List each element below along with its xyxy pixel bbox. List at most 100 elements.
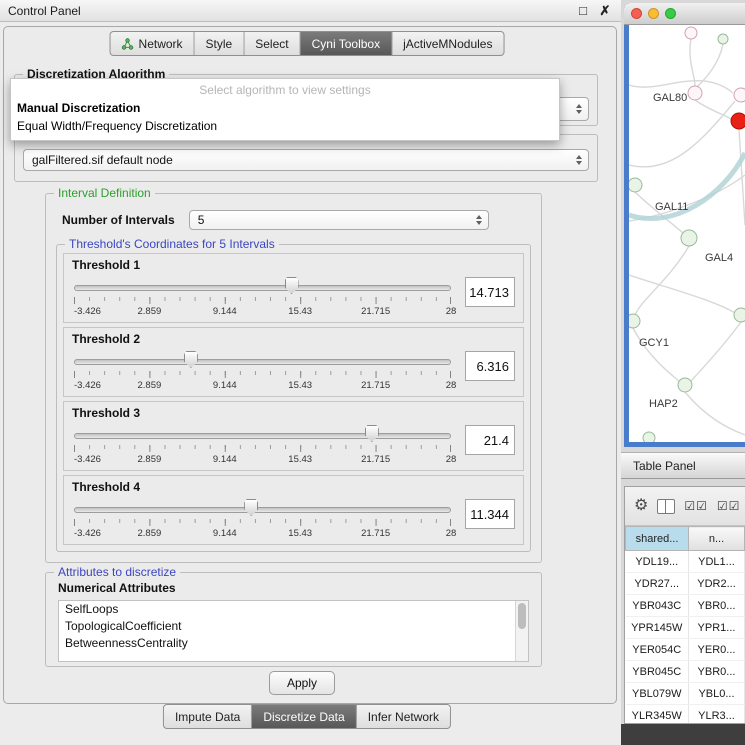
slider-track[interactable] — [74, 359, 451, 365]
tab-discretize-data[interactable]: Discretize Data — [252, 705, 355, 728]
network-canvas[interactable]: GAL80 GAL11 GAL4 GCY1 HAP2 — [629, 25, 745, 442]
scrollbar-thumb[interactable] — [518, 603, 526, 629]
axis-tick-label: 28 — [446, 306, 457, 317]
network-node-selected[interactable] — [731, 113, 745, 129]
network-node[interactable] — [643, 432, 655, 442]
slider-track[interactable] — [74, 285, 451, 291]
network-node[interactable] — [688, 86, 702, 100]
threshold-value-field[interactable]: 21.4 — [465, 425, 515, 455]
tab-style[interactable]: Style — [195, 32, 244, 55]
threshold-label: Threshold 3 — [72, 406, 515, 420]
column-header-shared-name[interactable]: shared... — [626, 527, 689, 551]
tab-cyni-toolbox[interactable]: Cyni Toolbox — [301, 32, 391, 55]
thresholds-group: Threshold's Coordinates for 5 Intervals … — [56, 244, 531, 552]
network-node[interactable] — [685, 27, 697, 39]
network-node[interactable] — [629, 314, 640, 328]
list-scrollbar[interactable] — [515, 601, 528, 661]
table-cell[interactable]: YDR27... — [626, 573, 689, 595]
table-cell[interactable]: YPR1... — [689, 617, 745, 639]
checkbox-select-icons[interactable]: ☑☑ — [684, 499, 708, 513]
window-close-button[interactable] — [631, 8, 642, 19]
table-cell[interactable]: YBR0... — [689, 661, 745, 683]
table-row[interactable]: YPR145W YPR1... — [626, 617, 745, 639]
axis-tick-label: 15.43 — [288, 306, 312, 317]
table-cell[interactable]: YPR145W — [626, 617, 689, 639]
tab-jactivemnodules[interactable]: jActiveMNodules — [392, 32, 503, 55]
network-node[interactable] — [734, 88, 745, 102]
slider-thumb[interactable] — [285, 277, 299, 294]
threshold-slider[interactable]: -3.426 2.859 9.144 15.43 21.715 28 — [74, 495, 451, 543]
slider-thumb[interactable] — [365, 425, 379, 442]
menu-item-equal-width-frequency[interactable]: Equal Width/Frequency Discretization — [11, 117, 559, 135]
network-node[interactable] — [678, 378, 692, 392]
table-row[interactable]: YBR043C YBR0... — [626, 595, 745, 617]
threshold-value-field[interactable]: 11.344 — [465, 499, 515, 529]
close-icon[interactable]: ✗ — [597, 3, 613, 19]
axis-tick-label: -3.426 — [74, 306, 101, 317]
thresholds-group-title: Threshold's Coordinates for 5 Intervals — [65, 237, 279, 251]
columns-icon[interactable] — [657, 499, 675, 514]
table-cell[interactable]: YLR345W — [626, 705, 689, 725]
table-cell[interactable]: YDL1... — [689, 551, 745, 573]
attribute-item[interactable]: BetweennessCentrality — [59, 635, 528, 652]
slider-track[interactable] — [74, 507, 451, 513]
attribute-item[interactable]: SelfLoops — [59, 601, 528, 618]
network-node[interactable] — [718, 34, 728, 44]
tab-select[interactable]: Select — [244, 32, 299, 55]
tab-style-label: Style — [206, 37, 233, 51]
threshold-slider[interactable]: -3.426 2.859 9.144 15.43 21.715 28 — [74, 273, 451, 321]
table-row[interactable]: YDL19... YDL1... — [626, 551, 745, 573]
tab-impute-data[interactable]: Impute Data — [164, 705, 251, 728]
table-row[interactable]: YBL079W YBL0... — [626, 683, 745, 705]
slider-thumb[interactable] — [244, 499, 258, 516]
table-row[interactable]: YBR045C YBR0... — [626, 661, 745, 683]
table-cell[interactable]: YDR2... — [689, 573, 745, 595]
table-cell[interactable]: YBR045C — [626, 661, 689, 683]
slider-thumb[interactable] — [184, 351, 198, 368]
network-node[interactable] — [681, 230, 697, 246]
axis-tick-label: -3.426 — [74, 454, 101, 465]
axis-tick-label: -3.426 — [74, 380, 101, 391]
slider-track[interactable] — [74, 433, 451, 439]
tab-impute-data-label: Impute Data — [175, 710, 240, 724]
menu-item-manual-discretization[interactable]: Manual Discretization — [11, 99, 559, 117]
threshold-slider[interactable]: -3.426 2.859 9.144 15.43 21.715 28 — [74, 347, 451, 395]
network-node[interactable] — [734, 308, 745, 322]
network-window-titlebar[interactable] — [624, 3, 745, 25]
network-node-label: GAL4 — [705, 252, 733, 264]
window-zoom-button[interactable] — [665, 8, 676, 19]
attribute-item[interactable]: TopologicalCoefficient — [59, 618, 528, 635]
apply-button[interactable]: Apply — [269, 671, 335, 695]
float-window-icon[interactable]: □ — [575, 3, 591, 18]
window-titlebar[interactable]: Control Panel □ ✗ — [0, 0, 621, 22]
tab-infer-network-label: Infer Network — [368, 710, 439, 724]
threshold-value-field[interactable]: 14.713 — [465, 277, 515, 307]
axis-tick-label: -3.426 — [74, 528, 101, 539]
table-cell[interactable]: YBR043C — [626, 595, 689, 617]
table-cell[interactable]: YBL079W — [626, 683, 689, 705]
table-row[interactable]: YER054C YER0... — [626, 639, 745, 661]
threshold-value-field[interactable]: 6.316 — [465, 351, 515, 381]
table-cell[interactable]: YBR0... — [689, 595, 745, 617]
slider-ticks-major — [74, 519, 451, 526]
threshold-slider[interactable]: -3.426 2.859 9.144 15.43 21.715 28 — [74, 421, 451, 469]
number-of-intervals-combobox[interactable]: 5 — [189, 210, 489, 230]
table-cell[interactable]: YLR3... — [689, 705, 745, 725]
column-header-name[interactable]: n... — [689, 527, 745, 551]
window-minimize-button[interactable] — [648, 8, 659, 19]
table-cell[interactable]: YDL19... — [626, 551, 689, 573]
table-cell[interactable]: YBL0... — [689, 683, 745, 705]
table-data-combobox[interactable]: galFiltered.sif default node — [23, 149, 589, 171]
checkbox-select-icons[interactable]: ☑☑ — [717, 499, 741, 513]
table-cell[interactable]: YER0... — [689, 639, 745, 661]
table-row[interactable]: YLR345W YLR3... — [626, 705, 745, 725]
table-row[interactable]: YDR27... YDR2... — [626, 573, 745, 595]
table-cell[interactable]: YER054C — [626, 639, 689, 661]
table-panel-header[interactable]: Table Panel — [621, 452, 745, 479]
tab-network[interactable]: Network — [111, 32, 194, 55]
gear-icon[interactable]: ⚙ — [634, 498, 648, 514]
tab-infer-network[interactable]: Infer Network — [357, 705, 450, 728]
axis-tick-label: 21.715 — [361, 454, 390, 465]
network-node[interactable] — [629, 178, 642, 192]
axis-tick-label: 28 — [446, 380, 457, 391]
